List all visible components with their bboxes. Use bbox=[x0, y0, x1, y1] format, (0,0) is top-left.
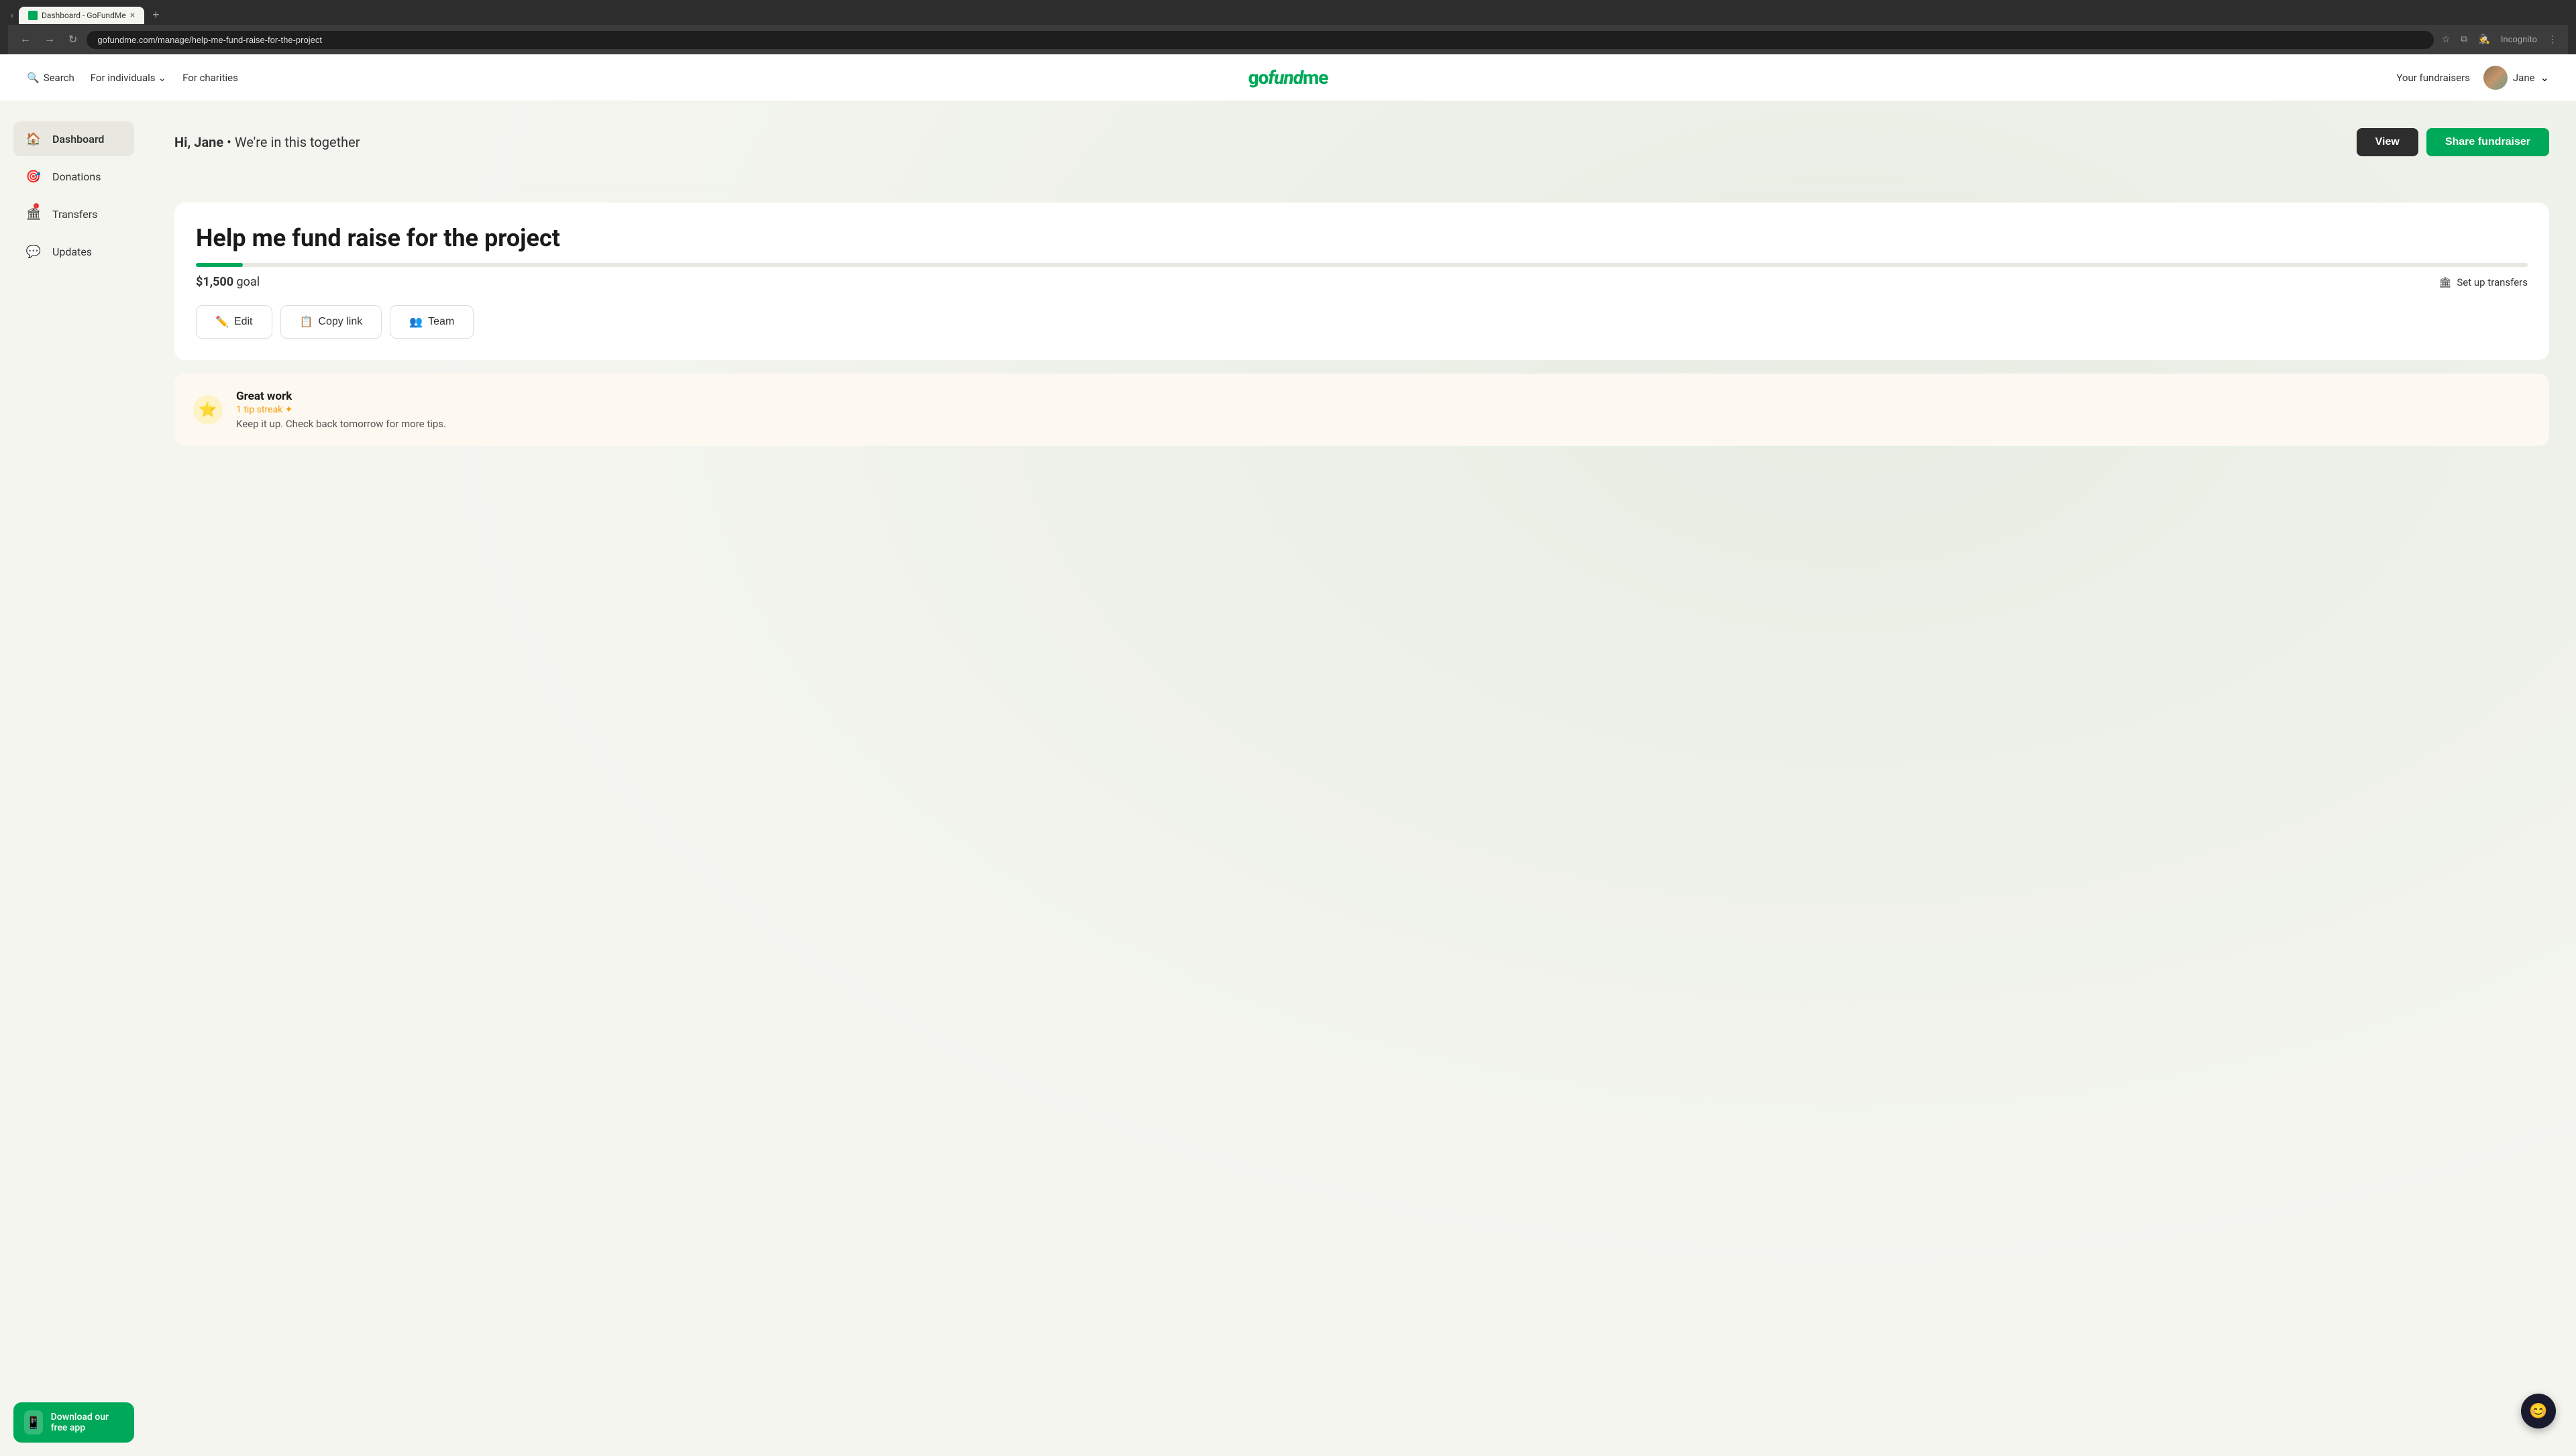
back-button[interactable]: ← bbox=[16, 31, 35, 48]
bookmark-icon[interactable]: ☆ bbox=[2439, 32, 2453, 48]
nav-right: Your fundraisers Jane ⌄ bbox=[2396, 66, 2549, 90]
header-actions: View Share fundraiser bbox=[2357, 128, 2549, 156]
copy-link-label: Copy link bbox=[318, 316, 362, 328]
search-button[interactable]: 🔍 Search bbox=[27, 72, 74, 84]
for-individuals-label: For individuals bbox=[91, 72, 156, 84]
tips-message: Keep it up. Check back tomorrow for more… bbox=[236, 418, 446, 430]
sidebar-item-dashboard[interactable]: 🏠 Dashboard bbox=[13, 121, 134, 156]
home-icon: 🏠 bbox=[24, 129, 43, 148]
bank-icon: 🏛 bbox=[2438, 276, 2451, 288]
tab-close-button[interactable]: × bbox=[130, 11, 135, 20]
edit-button[interactable]: ✏️ Edit bbox=[196, 305, 272, 339]
tips-star-icon: ⭐ bbox=[193, 395, 223, 425]
tips-content: Great work 1 tip streak ✦ Keep it up. Ch… bbox=[236, 390, 446, 430]
setup-transfers-label: Set up transfers bbox=[2457, 276, 2528, 288]
sidebar-label-dashboard: Dashboard bbox=[52, 133, 104, 146]
tab-favicon bbox=[28, 11, 38, 20]
progress-bar-fill bbox=[196, 263, 243, 267]
greeting-name: Hi, Jane bbox=[174, 134, 223, 150]
for-individuals-link[interactable]: For individuals ⌄ bbox=[91, 72, 166, 84]
incognito-label: Incognito bbox=[2498, 32, 2540, 48]
greeting-subtitle: We're in this together bbox=[235, 134, 360, 150]
split-view-icon[interactable]: ⧉ bbox=[2458, 32, 2470, 48]
copy-icon: 📋 bbox=[300, 315, 313, 329]
fundraiser-title: Help me fund raise for the project bbox=[196, 224, 2528, 252]
tab-title: Dashboard - GoFundMe bbox=[42, 11, 126, 20]
incognito-icon: 🕵 bbox=[2475, 32, 2492, 48]
for-charities-label: For charities bbox=[182, 72, 238, 84]
tips-card: ⭐ Great work 1 tip streak ✦ Keep it up. … bbox=[174, 374, 2549, 446]
sidebar-item-updates[interactable]: 💬 Updates bbox=[13, 234, 134, 269]
search-icon: 🔍 bbox=[27, 72, 40, 84]
browser-chrome: ‹ Dashboard - GoFundMe × + ← → ↻ ☆ ⧉ 🕵 I… bbox=[0, 0, 2576, 54]
updates-icon: 💬 bbox=[24, 242, 43, 261]
page-wrapper: 🔍 Search For individuals ⌄ For charities… bbox=[0, 54, 2576, 1456]
edit-label: Edit bbox=[234, 316, 253, 328]
share-fundraiser-button[interactable]: Share fundraiser bbox=[2426, 128, 2549, 156]
goal-amount: $1,500 bbox=[196, 275, 233, 289]
greeting: Hi, Jane • We're in this together bbox=[174, 134, 360, 150]
donations-icon: 🎯 bbox=[24, 167, 43, 186]
sidebar-item-donations[interactable]: 🎯 Donations bbox=[13, 159, 134, 194]
view-button[interactable]: View bbox=[2357, 128, 2418, 156]
team-label: Team bbox=[428, 316, 454, 328]
download-app-button[interactable]: 📱 Download our free app bbox=[13, 1402, 134, 1443]
sidebar-label-transfers: Transfers bbox=[52, 208, 97, 221]
user-menu[interactable]: Jane ⌄ bbox=[2483, 66, 2549, 90]
team-icon: 👥 bbox=[409, 315, 423, 329]
url-bar[interactable] bbox=[87, 31, 2433, 49]
search-label: Search bbox=[44, 72, 74, 84]
fundraiser-meta: $1,500 goal 🏛 Set up transfers bbox=[196, 275, 2528, 289]
sidebar: 🏠 Dashboard 🎯 Donations 🏛 Transfers 💬 Up… bbox=[0, 101, 148, 1456]
sidebar-label-donations: Donations bbox=[52, 170, 101, 183]
team-button[interactable]: 👥 Team bbox=[390, 305, 474, 339]
chat-icon: 😊 bbox=[2529, 1403, 2547, 1420]
chevron-down-icon: ⌄ bbox=[158, 72, 167, 84]
content-area: Hi, Jane • We're in this together View S… bbox=[148, 101, 2576, 1456]
your-fundraisers-link[interactable]: Your fundraisers bbox=[2396, 72, 2470, 84]
download-app-icon: 📱 bbox=[24, 1410, 43, 1435]
action-buttons: ✏️ Edit 📋 Copy link 👥 Team bbox=[196, 305, 2528, 339]
goal-label: goal bbox=[237, 275, 260, 289]
reload-button[interactable]: ↻ bbox=[64, 30, 81, 49]
tips-streak: 1 tip streak ✦ bbox=[236, 404, 446, 415]
progress-bar bbox=[196, 263, 2528, 267]
new-tab-button[interactable]: + bbox=[147, 5, 165, 25]
logo[interactable]: gofundme bbox=[1248, 66, 1328, 89]
browser-url-actions: ☆ ⧉ 🕵 Incognito ⋮ bbox=[2439, 32, 2560, 48]
chat-bubble[interactable]: 😊 bbox=[2521, 1394, 2556, 1429]
sidebar-item-transfers[interactable]: 🏛 Transfers bbox=[13, 197, 134, 231]
chevron-down-icon: ⌄ bbox=[2540, 71, 2549, 84]
nav-left: 🔍 Search For individuals ⌄ For charities bbox=[27, 72, 238, 84]
transfers-badge bbox=[34, 203, 39, 209]
main-container: 🏠 Dashboard 🎯 Donations 🏛 Transfers 💬 Up… bbox=[0, 101, 2576, 1456]
setup-transfers-link[interactable]: 🏛 Set up transfers bbox=[2438, 276, 2528, 288]
menu-icon[interactable]: ⋮ bbox=[2545, 32, 2560, 48]
for-charities-link[interactable]: For charities bbox=[182, 72, 238, 84]
tab-arrow-left[interactable]: ‹ bbox=[8, 8, 16, 23]
logo-text: gofundme bbox=[1248, 66, 1328, 89]
forward-button[interactable]: → bbox=[40, 31, 59, 48]
goal-text: $1,500 goal bbox=[196, 275, 260, 289]
copy-link-button[interactable]: 📋 Copy link bbox=[280, 305, 382, 339]
greeting-separator: • bbox=[227, 134, 235, 150]
browser-controls: ← → ↻ ☆ ⧉ 🕵 Incognito ⋮ bbox=[8, 25, 2568, 54]
avatar bbox=[2483, 66, 2508, 90]
username: Jane bbox=[2513, 72, 2535, 84]
active-tab[interactable]: Dashboard - GoFundMe × bbox=[19, 7, 144, 24]
fundraiser-card: Help me fund raise for the project $1,50… bbox=[174, 203, 2549, 360]
sidebar-label-updates: Updates bbox=[52, 245, 92, 258]
dashboard-header: Hi, Jane • We're in this together View S… bbox=[174, 115, 2549, 170]
edit-icon: ✏️ bbox=[215, 315, 229, 329]
top-nav: 🔍 Search For individuals ⌄ For charities… bbox=[0, 54, 2576, 101]
tips-title: Great work bbox=[236, 390, 446, 403]
browser-tabs: ‹ Dashboard - GoFundMe × + bbox=[8, 5, 2568, 25]
download-app-label: Download our free app bbox=[51, 1412, 123, 1433]
